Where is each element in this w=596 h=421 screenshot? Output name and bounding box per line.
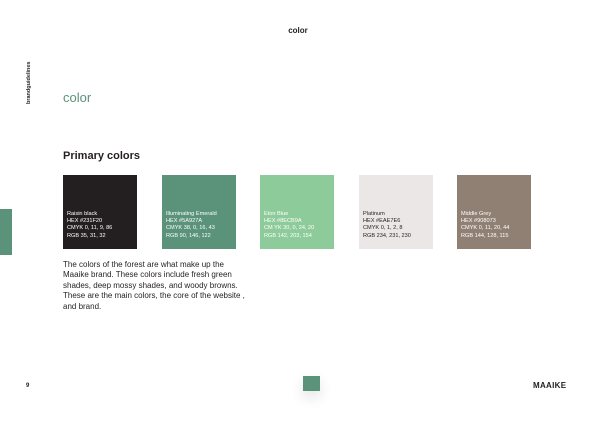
page-header-title: color [288, 26, 308, 35]
swatch-name: Illuminating Emerald [166, 211, 217, 217]
swatch-info: Middle Grey HEX #908073 CMYK 0, 11, 20, … [461, 211, 509, 240]
swatch-hex: HEX #EAE7E6 [363, 218, 401, 225]
swatch-hex: HEX #231F20 [67, 218, 103, 225]
swatch-cmyk: CMYK 0, 1, 2, 8 [363, 225, 403, 232]
swatch-rgb: RGB 234, 231, 230 [363, 232, 411, 239]
footer-accent-square [303, 376, 320, 391]
swatch-platinum: Platinum HEX #EAE7E6 CMYK 0, 1, 2, 8 RGB… [359, 175, 433, 249]
section-title: color [63, 90, 92, 105]
swatch-hex: HEX #8ECB9A [264, 218, 302, 225]
swatch-rgb: RGB 90, 146, 122 [166, 232, 211, 239]
swatch-cmyk: CM YK 30, 0, 24, 20 [264, 225, 315, 232]
swatch-name: Eton Blue [264, 211, 289, 217]
swatch-rgb: RGB 142, 203, 154 [264, 232, 312, 239]
swatch-info: Illuminating Emerald HEX #5A927A CMYK 38… [166, 211, 217, 240]
primary-colors-description: The colors of the forest are what make u… [63, 260, 245, 311]
swatch-cmyk: CMYK 38, 0, 16, 43 [166, 225, 215, 232]
swatch-info: Eton Blue HEX #8ECB9A CM YK 30, 0, 24, 2… [264, 211, 314, 240]
primary-colors-heading: Primary colors [63, 150, 141, 162]
swatch-name: Middle Grey [461, 211, 492, 217]
swatch-cmyk: CMYK 0, 11, 20, 44 [461, 225, 510, 232]
swatch-hex: HEX #5A927A [166, 218, 203, 225]
swatch-cmyk: CMYK 0, 11, 9, 86 [67, 225, 113, 232]
brand-logo: MAAIKE [533, 381, 567, 390]
swatch-middle-grey: Middle Grey HEX #908073 CMYK 0, 11, 20, … [457, 175, 531, 249]
sidebar-accent-tab [0, 209, 12, 255]
sidebar-label: brandguidelines [26, 61, 32, 104]
swatch-eton-blue: Eton Blue HEX #8ECB9A CM YK 30, 0, 24, 2… [260, 175, 334, 249]
page-number: 9 [26, 383, 30, 389]
swatch-raisin-black: Raisin black HEX #231F20 CMYK 0, 11, 9, … [63, 175, 137, 249]
swatch-info: Raisin black HEX #231F20 CMYK 0, 11, 9, … [67, 211, 112, 240]
swatch-rgb: RGB 144, 128, 115 [461, 232, 509, 239]
swatch-info: Platinum HEX #EAE7E6 CMYK 0, 1, 2, 8 RGB… [363, 211, 411, 240]
brand-guidelines-page: color brandguidelines color Primary colo… [0, 0, 596, 421]
swatch-name: Raisin black [67, 211, 98, 217]
swatch-illuminating-emerald: Illuminating Emerald HEX #5A927A CMYK 38… [162, 175, 236, 249]
swatch-name: Platinum [363, 211, 385, 217]
swatch-hex: HEX #908073 [461, 218, 496, 225]
swatch-rgb: RGB 35, 31, 32 [67, 232, 106, 239]
